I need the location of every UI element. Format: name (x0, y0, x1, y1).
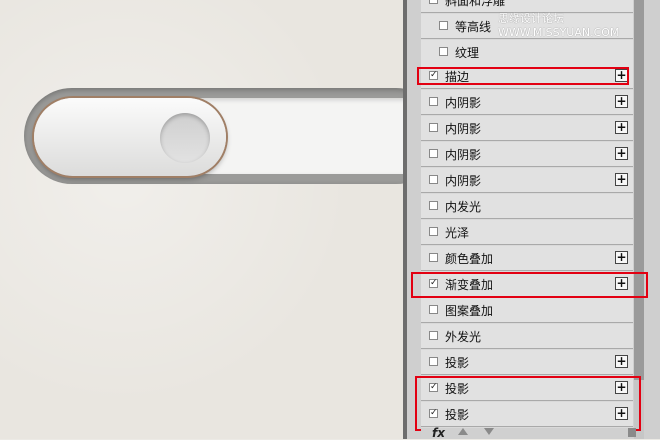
style-label: 投影 (445, 356, 470, 370)
style-label: 纹理 (455, 46, 480, 60)
style-row[interactable]: 内阴影 + (421, 168, 633, 193)
style-label: 内发光 (445, 200, 482, 214)
highlight-gradient-overlay (411, 272, 648, 298)
style-label: 斜面和浮雕 (445, 0, 506, 8)
style-row[interactable]: 纹理 (421, 40, 633, 65)
toggle-knob-dot (160, 113, 210, 163)
style-row[interactable]: 外发光 (421, 324, 633, 349)
panel-footer (421, 428, 633, 439)
add-icon[interactable]: + (615, 251, 628, 264)
move-down-icon[interactable] (484, 428, 494, 435)
style-checkbox[interactable] (429, 123, 438, 132)
style-row[interactable]: 内阴影 + (421, 90, 633, 115)
trash-icon[interactable] (628, 428, 636, 437)
style-checkbox[interactable] (429, 331, 438, 340)
style-checkbox[interactable] (429, 253, 438, 262)
add-icon[interactable]: + (615, 173, 628, 186)
add-icon[interactable]: + (615, 121, 628, 134)
style-row[interactable]: 颜色叠加 + (421, 246, 633, 271)
style-row[interactable]: 投影 + (421, 350, 633, 375)
style-checkbox[interactable] (429, 227, 438, 236)
style-checkbox[interactable] (429, 0, 438, 4)
style-label: 图案叠加 (445, 304, 494, 318)
style-checkbox[interactable] (439, 47, 448, 56)
watermark-text: 思缘设计论坛 WWW.MISSYUAN.COM (498, 12, 620, 39)
style-checkbox[interactable] (429, 149, 438, 158)
fx-button[interactable]: fx (432, 426, 445, 440)
style-row[interactable]: 内阴影 + (421, 142, 633, 167)
style-label: 内阴影 (445, 96, 482, 110)
add-icon[interactable]: + (615, 95, 628, 108)
canvas-area (0, 0, 406, 439)
style-checkbox[interactable] (429, 201, 438, 210)
style-label: 等高线 (455, 20, 492, 34)
style-row[interactable]: 内阴影 + (421, 116, 633, 141)
style-row[interactable]: 内发光 (421, 194, 633, 219)
style-checkbox[interactable] (429, 305, 438, 314)
add-icon[interactable]: + (615, 355, 628, 368)
highlight-stroke (417, 67, 629, 85)
style-label: 内阴影 (445, 174, 482, 188)
highlight-drop-shadows (415, 376, 641, 431)
move-up-icon[interactable] (458, 428, 468, 435)
style-checkbox[interactable] (429, 97, 438, 106)
style-label: 内阴影 (445, 122, 482, 136)
style-label: 外发光 (445, 330, 482, 344)
style-checkbox[interactable] (429, 357, 438, 366)
style-label: 颜色叠加 (445, 252, 494, 266)
style-row[interactable]: 光泽 (421, 220, 633, 245)
add-icon[interactable]: + (615, 147, 628, 160)
style-checkbox[interactable] (439, 21, 448, 30)
style-label: 内阴影 (445, 148, 482, 162)
style-label: 光泽 (445, 226, 470, 240)
style-checkbox[interactable] (429, 175, 438, 184)
scrollbar-thumb[interactable] (634, 0, 644, 380)
style-row[interactable]: 图案叠加 (421, 298, 633, 323)
